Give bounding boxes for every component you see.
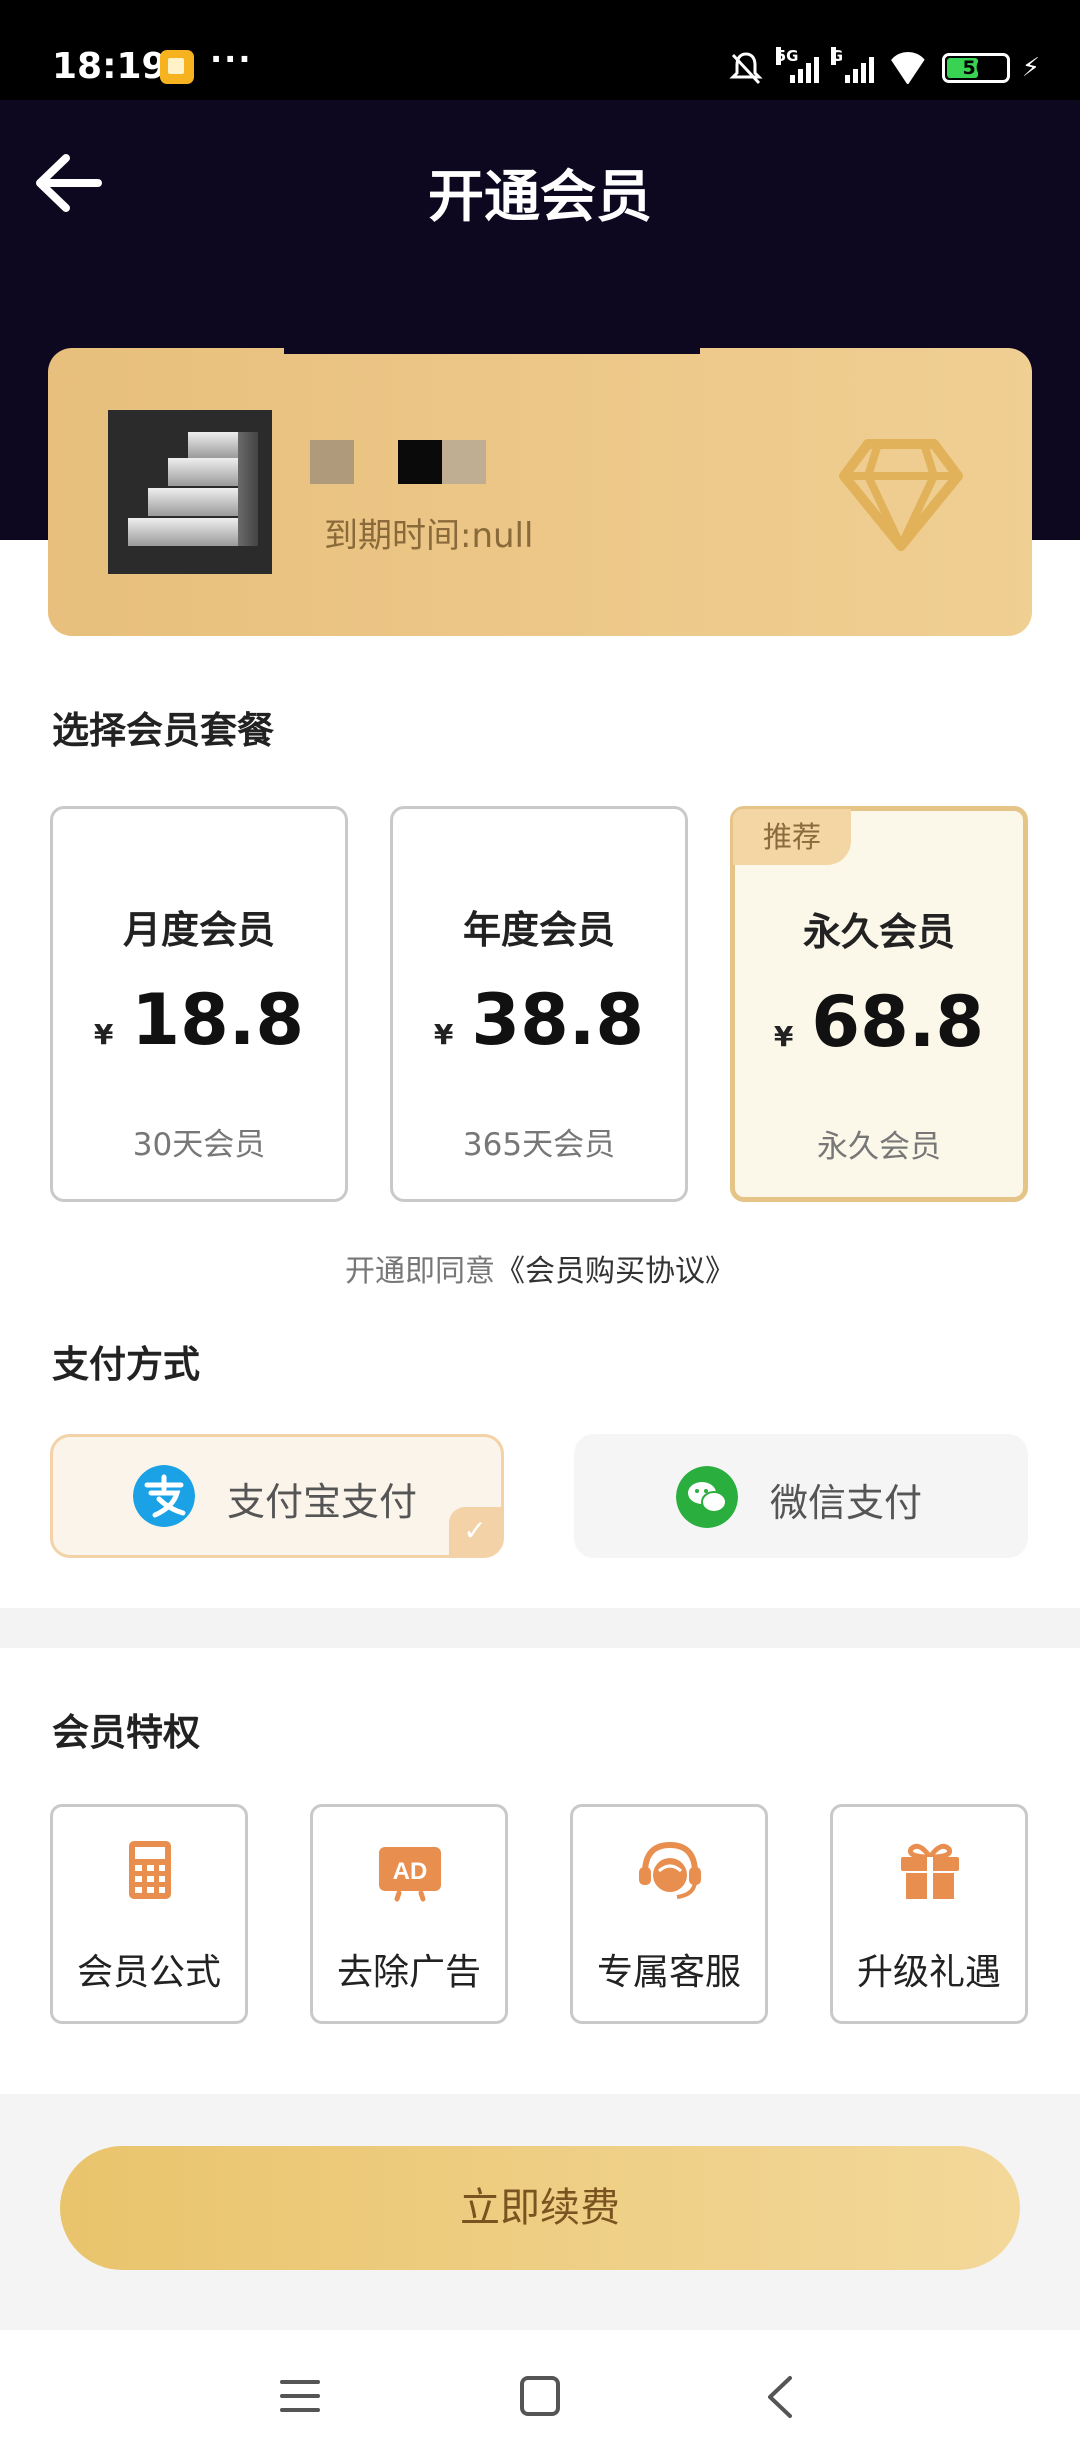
svg-text:AD: AD	[393, 1858, 428, 1885]
signal-g-icon: G	[830, 47, 874, 83]
wechat-icon	[676, 1466, 738, 1528]
privilege-label: 升级礼遇	[856, 1952, 1001, 1993]
currency-symbol: ¥	[93, 1018, 114, 1051]
notes-app-icon	[160, 50, 194, 84]
plan-card-yearly[interactable]: 年度会员 ¥ 38.8 365天会员	[390, 806, 688, 1202]
status-indicators: 5G G 50 ⚡	[728, 47, 1040, 88]
privilege-formula[interactable]: 会员公式	[50, 1804, 248, 2024]
username-redacted	[310, 440, 486, 484]
alipay-option[interactable]: 支付宝支付 ✓	[50, 1434, 504, 1558]
menu-icon[interactable]	[280, 2380, 320, 2416]
wechat-pay-option[interactable]: 微信支付	[574, 1434, 1028, 1558]
ad-icon: AD	[379, 1847, 441, 1902]
calculator-icon	[129, 1841, 171, 1899]
expire-time: 到期时间:null	[324, 516, 534, 556]
privilege-customer-service[interactable]: 专属客服	[570, 1804, 768, 2024]
agreement-link[interactable]: 《会员购买协议》	[495, 1254, 735, 1289]
privilege-label: 会员公式	[76, 1952, 221, 1993]
gift-icon	[901, 1843, 959, 1899]
wifi-icon	[886, 52, 930, 84]
currency-symbol: ¥	[433, 1018, 454, 1051]
plan-price: ¥ 38.8	[393, 979, 685, 1061]
alipay-icon	[133, 1465, 195, 1527]
status-time: 18:19	[52, 46, 167, 87]
battery-level: 50	[962, 57, 989, 79]
diamond-icon	[839, 439, 963, 551]
privileges-section-title: 会员特权	[52, 1711, 200, 1754]
status-bar: 18:19 ··· 5G G 50 ⚡	[0, 0, 1080, 100]
privilege-label: 去除广告	[336, 1952, 481, 1993]
wechat-pay-label: 微信支付	[770, 1481, 923, 1525]
card-notch	[284, 340, 700, 354]
privilege-label: 专属客服	[596, 1952, 741, 1993]
plan-name: 年度会员	[462, 908, 615, 952]
avatar[interactable]	[108, 410, 272, 574]
price-amount: 38.8	[471, 979, 645, 1061]
plan-price: ¥ 18.8	[53, 979, 345, 1061]
agreement-text: 开通即同意《会员购买协议》	[0, 1246, 1080, 1290]
charging-icon: ⚡	[1021, 53, 1040, 83]
section-divider	[0, 1608, 1080, 1648]
signal-5g-icon: 5G	[775, 47, 819, 83]
plan-card-monthly[interactable]: 月度会员 ¥ 18.8 30天会员	[50, 806, 348, 1202]
check-icon: ✓	[449, 1507, 501, 1555]
price-amount: 68.8	[811, 981, 985, 1063]
privilege-upgrade-gift[interactable]: 升级礼遇	[830, 1804, 1028, 2024]
battery-icon: 50	[941, 53, 1010, 83]
plan-name: 永久会员	[802, 910, 955, 954]
home-icon[interactable]	[520, 2376, 560, 2416]
nav-back-icon[interactable]	[760, 2372, 800, 2422]
agreement-prefix: 开通即同意	[345, 1254, 495, 1289]
plan-section-title: 选择会员套餐	[52, 709, 274, 752]
plan-desc: 30天会员	[132, 1127, 266, 1163]
payment-section-title: 支付方式	[52, 1343, 200, 1386]
privilege-remove-ads[interactable]: AD 去除广告	[310, 1804, 508, 2024]
plan-desc: 永久会员	[817, 1129, 941, 1165]
renew-button[interactable]: 立即续费	[60, 2146, 1020, 2270]
mute-icon	[729, 52, 763, 85]
recommend-badge: 推荐	[733, 809, 851, 865]
plan-name: 月度会员	[122, 908, 275, 952]
customer-service-icon	[639, 1841, 701, 1899]
plan-price: ¥ 68.8	[735, 981, 1023, 1063]
currency-symbol: ¥	[773, 1020, 794, 1053]
plan-card-lifetime[interactable]: 推荐 永久会员 ¥ 68.8 永久会员	[730, 806, 1028, 1202]
alipay-label: 支付宝支付	[227, 1480, 418, 1524]
page-title: 开通会员	[428, 165, 652, 230]
more-notifications-icon: ···	[210, 40, 253, 78]
plan-desc: 365天会员	[462, 1127, 616, 1163]
price-amount: 18.8	[131, 979, 305, 1061]
